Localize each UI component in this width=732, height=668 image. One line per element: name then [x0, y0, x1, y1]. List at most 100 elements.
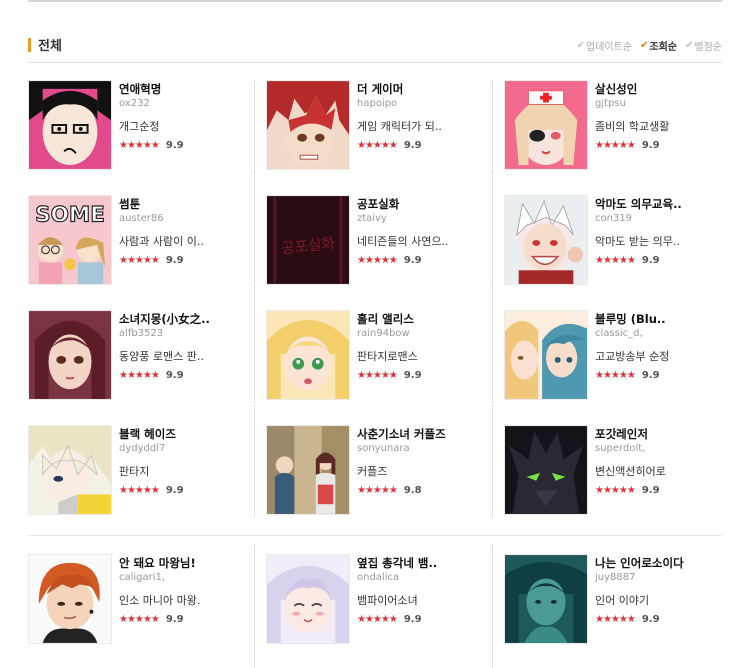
comic-title[interactable]: 악마도 의무교육..: [595, 197, 723, 212]
rating-stars: ★★★★★: [119, 254, 160, 266]
comic-title[interactable]: 썸툰: [119, 197, 247, 212]
comic-thumbnail[interactable]: [266, 425, 350, 515]
comic-card[interactable]: 공포실화 공포실화 ztaivy 네티즌들의 사연으.. ★★★★★ 9.9: [266, 195, 486, 287]
comic-thumbnail[interactable]: [28, 310, 112, 400]
check-icon: ✔: [685, 40, 694, 51]
comic-card[interactable]: 옆집 총각네 뱀.. ondalica 뱀파이어소녀 ★★★★★ 9.9: [266, 554, 486, 646]
comic-card[interactable]: 나는 인어로소이다 juy8887 인어 이야기 ★★★★★ 9.9: [504, 554, 724, 646]
comic-thumbnail[interactable]: [504, 425, 588, 515]
comic-title[interactable]: 소녀지몽(小女之..: [119, 312, 247, 327]
comic-author[interactable]: auster86: [119, 212, 247, 226]
comic-author[interactable]: rain94bow: [357, 327, 485, 341]
rating-score: 9.9: [165, 484, 184, 496]
comic-rating: ★★★★★ 9.9: [119, 138, 247, 152]
comic-thumbnail[interactable]: [504, 80, 588, 170]
comic-card[interactable]: SOME 썸툰 auster86 사람과 사람이 이.. ★★★★★ 9.9: [28, 195, 248, 287]
comic-thumbnail[interactable]: [266, 554, 350, 644]
comic-author[interactable]: alfb3523: [119, 327, 247, 341]
comic-description: 사람과 사람이 이..: [119, 235, 204, 248]
rating-score: 9.9: [641, 613, 660, 625]
comic-title[interactable]: 블루밍 (Blu..: [595, 312, 723, 327]
comic-thumbnail[interactable]: [504, 195, 588, 285]
rating-score: 9.9: [403, 369, 422, 381]
column-divider: [492, 172, 493, 287]
column-divider: [254, 402, 255, 517]
comic-thumbnail[interactable]: SOME: [28, 195, 112, 285]
comic-rating: ★★★★★ 9.9: [595, 138, 723, 152]
comic-author[interactable]: classic_d,: [595, 327, 723, 341]
comic-description: 악마도 받는 의무..: [595, 235, 680, 248]
comic-description: 판타지: [119, 465, 150, 478]
sort-by-rating-label: 별점순: [694, 42, 722, 53]
comic-title[interactable]: 안 돼요 마왕님!: [119, 556, 247, 571]
sort-options: ✔ 업데이트순 ✔ 조회순 ✔ 별점순: [577, 38, 722, 53]
comic-author[interactable]: hapoipo: [357, 97, 485, 111]
comic-author[interactable]: juy8887: [595, 571, 723, 585]
comic-card[interactable]: 살신성인 gjtpsu 좀비의 학교생활 ★★★★★ 9.9: [504, 80, 724, 172]
comic-author[interactable]: ondalica: [357, 571, 485, 585]
comic-thumbnail[interactable]: [504, 310, 588, 400]
comic-row: 소녀지몽(小女之.. alfb3523 동양풍 로맨스 판.. ★★★★★ 9.9…: [28, 287, 724, 410]
comic-thumbnail[interactable]: [266, 80, 350, 170]
comic-title[interactable]: 옆집 총각네 뱀..: [357, 556, 485, 571]
comic-title[interactable]: 연애혁명: [119, 82, 247, 97]
comic-title[interactable]: 더 게이머: [357, 82, 485, 97]
comic-description: 변신액션히어로: [595, 465, 666, 478]
rating-score: 9.9: [641, 139, 660, 151]
comic-card[interactable]: 블루밍 (Blu.. classic_d, 고교방송부 순정 ★★★★★ 9.9: [504, 310, 724, 402]
rating-stars: ★★★★★: [119, 369, 160, 381]
check-icon: ✔: [640, 40, 649, 51]
comic-card[interactable]: 더 게이머 hapoipo 게임 캐릭터가 되.. ★★★★★ 9.9: [266, 80, 486, 172]
comic-author[interactable]: dydyddl7: [119, 442, 247, 456]
comic-description: 개그순정: [119, 120, 160, 133]
column-divider: [492, 80, 493, 172]
comic-title[interactable]: 홀리 앨리스: [357, 312, 485, 327]
comic-row: 안 돼요 마왕님! caligari1, 인소 마니아 마왕. ★★★★★ 9.9…: [28, 544, 724, 668]
comic-thumbnail[interactable]: [28, 425, 112, 515]
rating-score: 9.9: [641, 484, 660, 496]
comic-title[interactable]: 공포실화: [357, 197, 485, 212]
top-divider: [28, 0, 722, 2]
comic-thumbnail[interactable]: [266, 310, 350, 400]
comic-rating: ★★★★★ 9.9: [119, 483, 247, 497]
rating-stars: ★★★★★: [357, 254, 398, 266]
comic-author[interactable]: ztaivy: [357, 212, 485, 226]
sort-by-rating[interactable]: ✔ 별점순: [685, 38, 722, 53]
comic-title[interactable]: 살신성인: [595, 82, 723, 97]
rating-score: 9.8: [403, 484, 422, 496]
comic-title[interactable]: 사춘기소녀 커플즈: [357, 427, 485, 442]
rating-stars: ★★★★★: [595, 484, 636, 496]
comic-author[interactable]: gjtpsu: [595, 97, 723, 111]
comic-card[interactable]: 홀리 앨리스 rain94bow 판타지로맨스 ★★★★★ 9.9: [266, 310, 486, 402]
comic-card[interactable]: 포갓레인저 superdolt, 변신액션히어로 ★★★★★ 9.9: [504, 425, 724, 517]
comic-author[interactable]: sonyunara: [357, 442, 485, 456]
sort-by-views-label: 조회순: [649, 42, 677, 53]
comic-author[interactable]: caligari1,: [119, 571, 247, 585]
sort-by-update[interactable]: ✔ 업데이트순: [577, 38, 632, 53]
comic-author[interactable]: con319: [595, 212, 723, 226]
comic-description: 인어 이야기: [595, 594, 650, 607]
comic-card[interactable]: 사춘기소녀 커플즈 sonyunara 커플즈 ★★★★★ 9.8: [266, 425, 486, 517]
comic-author[interactable]: ox232: [119, 97, 247, 111]
comic-title[interactable]: 나는 인어로소이다: [595, 556, 723, 571]
comic-card[interactable]: 안 돼요 마왕님! caligari1, 인소 마니아 마왕. ★★★★★ 9.9: [28, 554, 248, 646]
sort-by-views[interactable]: ✔ 조회순: [640, 38, 677, 53]
comic-row: 연애혁명 ox232 개그순정 ★★★★★ 9.9 더 게이머 hapoipo 게…: [28, 80, 722, 180]
comic-thumbnail[interactable]: 공포실화: [266, 195, 350, 285]
comic-description: 판타지로맨스: [357, 350, 418, 363]
comic-card[interactable]: 소녀지몽(小女之.. alfb3523 동양풍 로맨스 판.. ★★★★★ 9.9: [28, 310, 248, 402]
comic-author[interactable]: superdolt,: [595, 442, 723, 456]
rating-stars: ★★★★★: [357, 484, 398, 496]
comic-thumbnail[interactable]: [28, 554, 112, 644]
section-header: 전체 ✔ 업데이트순 ✔ 조회순 ✔ 별점순: [28, 30, 722, 63]
comic-thumbnail[interactable]: [28, 80, 112, 170]
comic-title[interactable]: 포갓레인저: [595, 427, 723, 442]
column-divider: [254, 172, 255, 287]
comic-card[interactable]: 악마도 의무교육.. con319 악마도 받는 의무.. ★★★★★ 9.9: [504, 195, 724, 287]
comic-card[interactable]: 블랙 헤이즈 dydyddl7 판타지 ★★★★★ 9.9: [28, 425, 248, 517]
comic-card[interactable]: 연애혁명 ox232 개그순정 ★★★★★ 9.9: [28, 80, 248, 172]
comic-title[interactable]: 블랙 헤이즈: [119, 427, 247, 442]
comic-description: 고교방송부 순정: [595, 350, 670, 363]
column-divider: [254, 80, 255, 172]
comic-thumbnail[interactable]: [504, 554, 588, 644]
